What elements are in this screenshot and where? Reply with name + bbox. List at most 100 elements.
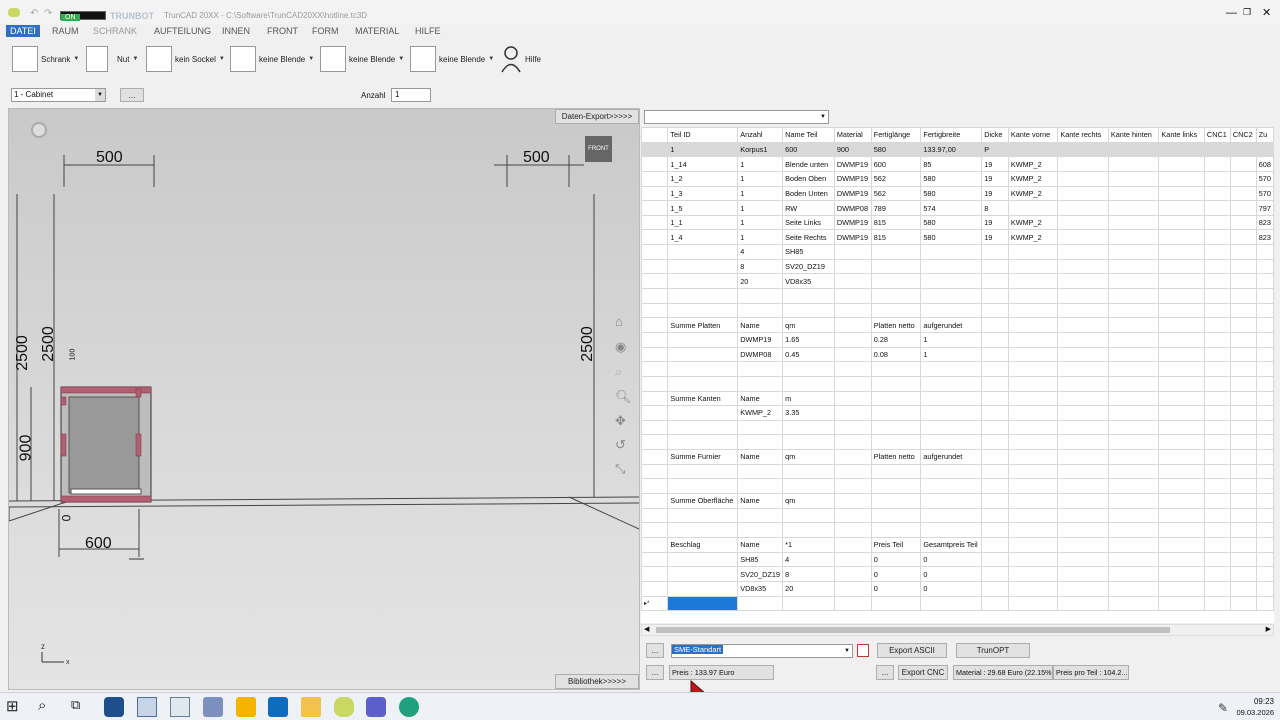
- table-cell[interactable]: [1203, 434, 1231, 451]
- table-cell[interactable]: [870, 288, 922, 304]
- table-cell[interactable]: 1_4: [667, 229, 739, 246]
- table-cell[interactable]: [1107, 595, 1160, 612]
- table-cell[interactable]: [1255, 390, 1274, 407]
- zoom-icon[interactable]: 🔍︎: [615, 389, 632, 405]
- table-cell[interactable]: [1057, 258, 1109, 275]
- table-cell[interactable]: [1229, 317, 1257, 333]
- view-eye-icon[interactable]: ◉: [615, 339, 626, 355]
- menu-innen[interactable]: INNEN: [218, 25, 254, 37]
- table-cell[interactable]: [870, 302, 922, 319]
- table-cell[interactable]: [1255, 375, 1274, 392]
- table-cell[interactable]: [667, 434, 739, 451]
- table-cell[interactable]: m: [782, 390, 835, 407]
- table-cell[interactable]: [920, 405, 983, 421]
- table-cell[interactable]: [1158, 566, 1205, 582]
- table-cell[interactable]: *1: [782, 536, 835, 553]
- table-row[interactable]: Summe Kanten Name m: [641, 390, 1274, 407]
- table-cell[interactable]: [1107, 361, 1160, 377]
- table-cell[interactable]: [1007, 141, 1059, 158]
- scroll-left-icon[interactable]: ◀: [644, 625, 649, 633]
- column-header[interactable]: Zu: [1255, 127, 1274, 143]
- table-cell[interactable]: [1203, 580, 1231, 597]
- preset-more-button[interactable]: ...: [646, 643, 664, 658]
- menu-hilfe[interactable]: HILFE: [411, 25, 445, 37]
- daten-export-button[interactable]: Daten-Export>>>>>: [555, 109, 639, 124]
- table-cell[interactable]: [1255, 419, 1274, 436]
- table-cell[interactable]: [1158, 258, 1205, 275]
- table-cell[interactable]: [1203, 536, 1231, 553]
- table-cell[interactable]: [737, 434, 784, 451]
- table-cell[interactable]: [981, 566, 1009, 582]
- table-cell[interactable]: [1255, 244, 1274, 260]
- table-cell[interactable]: 1: [737, 214, 784, 231]
- table-cell[interactable]: [1007, 419, 1059, 436]
- table-cell[interactable]: [667, 375, 739, 392]
- sockel-button[interactable]: kein Sockel ▼: [146, 44, 225, 74]
- table-cell[interactable]: [870, 361, 922, 377]
- table-cell[interactable]: [981, 244, 1009, 260]
- table-cell[interactable]: [1057, 390, 1109, 407]
- menu-aufteilung[interactable]: AUFTEILUNG: [150, 25, 215, 37]
- table-cell[interactable]: 823: [1255, 229, 1274, 246]
- row-header[interactable]: [641, 302, 669, 319]
- table-cell[interactable]: 19: [981, 229, 1009, 246]
- menu-raum[interactable]: RAUM: [48, 25, 83, 37]
- table-cell[interactable]: [1229, 522, 1257, 538]
- table-cell[interactable]: [870, 273, 922, 290]
- table-cell[interactable]: [667, 346, 739, 363]
- table-cell[interactable]: [1203, 273, 1231, 290]
- table-cell[interactable]: [1107, 419, 1160, 436]
- table-cell[interactable]: [1057, 288, 1109, 304]
- task-view-icon[interactable]: ⧉: [71, 697, 91, 717]
- table-cell[interactable]: [782, 478, 835, 495]
- undo-icon[interactable]: ↶: [30, 8, 38, 19]
- table-cell[interactable]: [1057, 595, 1109, 612]
- table-cell[interactable]: 4: [737, 244, 784, 260]
- table-cell[interactable]: [1255, 302, 1274, 319]
- table-cell[interactable]: [1007, 200, 1059, 216]
- table-cell[interactable]: [833, 317, 872, 333]
- table-cell[interactable]: [920, 463, 983, 480]
- table-cell[interactable]: [1229, 463, 1257, 480]
- table-cell[interactable]: [1107, 214, 1160, 231]
- table-cell[interactable]: [920, 361, 983, 377]
- table-cell[interactable]: [1107, 449, 1160, 465]
- table-cell[interactable]: [1203, 156, 1231, 172]
- table-cell[interactable]: [981, 493, 1009, 509]
- row-header[interactable]: [641, 273, 669, 290]
- table-cell[interactable]: [981, 346, 1009, 363]
- table-cell[interactable]: [981, 580, 1009, 597]
- table-cell[interactable]: [667, 331, 739, 348]
- table-cell[interactable]: [920, 375, 983, 392]
- table-cell[interactable]: [833, 361, 872, 377]
- table-cell[interactable]: 1_3: [667, 185, 739, 202]
- table-row[interactable]: SH85 4 0 0: [641, 551, 1274, 568]
- table-cell[interactable]: [1107, 522, 1160, 538]
- table-cell[interactable]: 1.65: [782, 331, 835, 348]
- table-cell[interactable]: [870, 434, 922, 451]
- table-cell[interactable]: DWMP19: [737, 331, 784, 348]
- blende-button-2[interactable]: keine Blende ▼: [320, 44, 404, 74]
- table-cell[interactable]: 1_14: [667, 156, 739, 172]
- table-cell[interactable]: Name: [737, 449, 784, 465]
- table-cell[interactable]: [737, 302, 784, 319]
- table-cell[interactable]: [920, 302, 983, 319]
- table-cell[interactable]: [1007, 244, 1059, 260]
- menu-schrank[interactable]: SCHRANK: [89, 25, 141, 37]
- table-cell[interactable]: [1158, 141, 1205, 158]
- table-cell[interactable]: 4: [782, 551, 835, 568]
- table-cell[interactable]: [920, 507, 983, 524]
- table-cell[interactable]: 1_2: [667, 170, 739, 187]
- table-cell[interactable]: [1107, 200, 1160, 216]
- table-cell[interactable]: 19: [981, 185, 1009, 202]
- table-cell[interactable]: [1229, 434, 1257, 451]
- table-cell[interactable]: 608: [1255, 156, 1274, 172]
- table-cell[interactable]: [1007, 288, 1059, 304]
- table-cell[interactable]: [1203, 185, 1231, 202]
- table-cell[interactable]: [870, 522, 922, 538]
- table-row[interactable]: KWMP_2 3.35: [641, 405, 1274, 421]
- table-cell[interactable]: Name: [737, 390, 784, 407]
- table-cell[interactable]: [1057, 156, 1109, 172]
- table-cell[interactable]: [833, 449, 872, 465]
- document-icon[interactable]: [137, 697, 157, 717]
